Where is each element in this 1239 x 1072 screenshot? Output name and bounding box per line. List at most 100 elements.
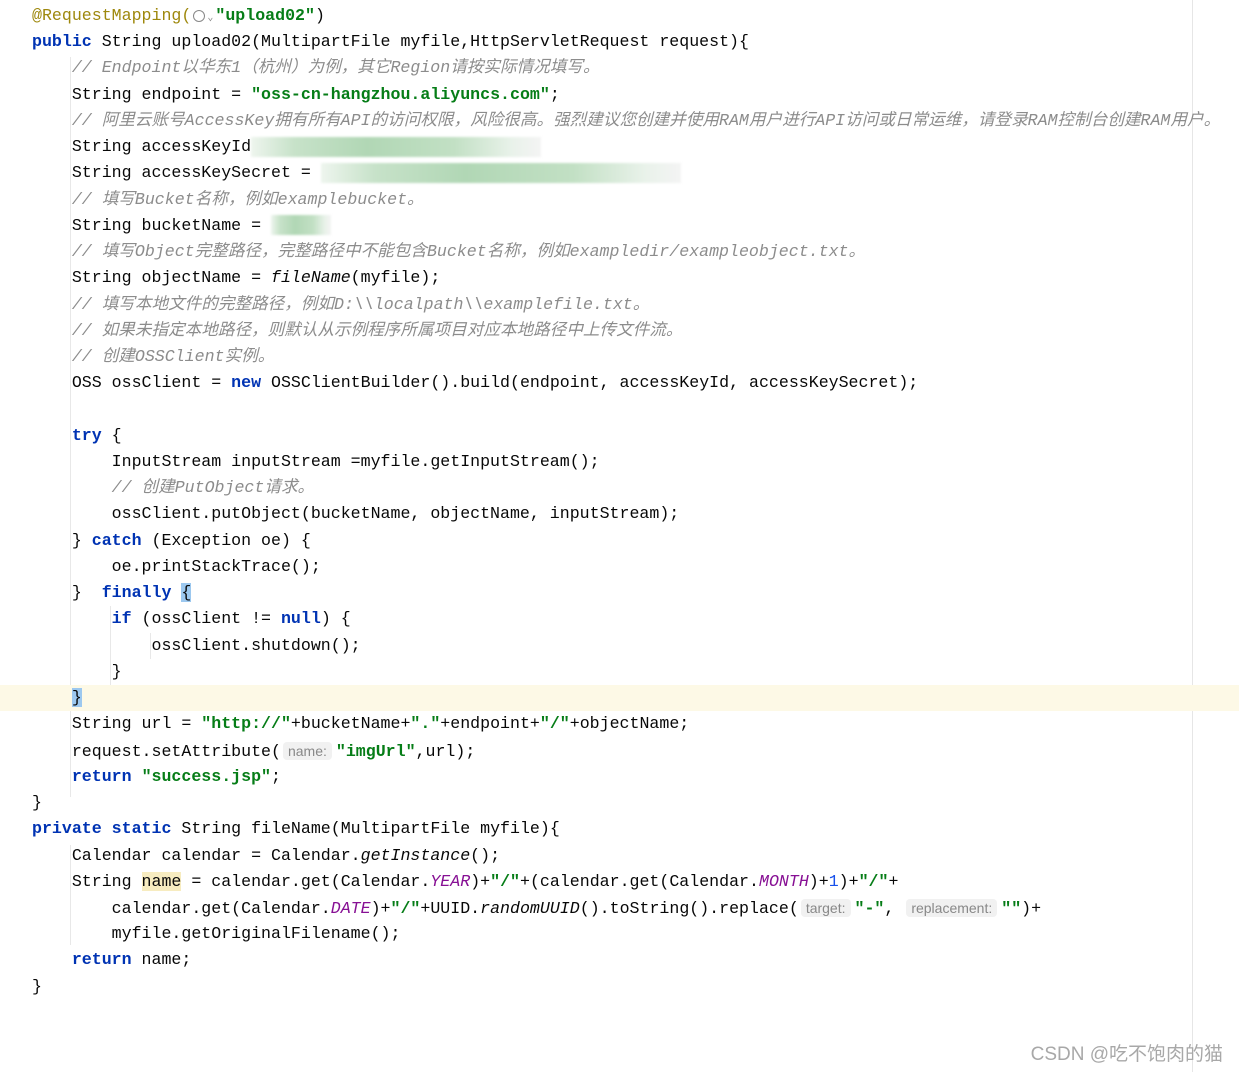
keyword: catch	[91, 530, 142, 550]
code-token: String bucketName =	[32, 215, 271, 235]
code-token: @RequestMapping(	[32, 6, 192, 25]
code-line[interactable]: String accessKeyId	[0, 134, 1239, 160]
code-token: (Exception oe) {	[141, 530, 311, 550]
code-token: ossClient.putObject(bucketName, objectNa…	[32, 504, 680, 524]
code-line[interactable]: ossClient.shutdown();	[0, 633, 1239, 659]
keyword: null	[280, 609, 321, 629]
code-token: String upload02(MultipartFile myfile,Htt…	[91, 32, 749, 52]
string-literal: "."	[410, 714, 441, 734]
code-token: String	[32, 871, 142, 891]
code-token: OSS ossClient =	[32, 373, 232, 393]
code-token: InputStream inputStream =myfile.getInput…	[32, 451, 600, 471]
code-line[interactable]: // 填写Bucket名称，例如examplebucket。	[0, 187, 1239, 213]
code-token: )+	[838, 871, 859, 891]
code-line[interactable]: String name = calendar.get(Calendar.YEAR…	[0, 869, 1239, 895]
redacted-value	[251, 136, 542, 157]
code-line[interactable]: return name;	[0, 947, 1239, 973]
code-token: 1	[828, 871, 839, 891]
code-line[interactable]: }	[0, 685, 1239, 712]
string-literal: "success.jsp"	[141, 766, 272, 786]
keyword: public	[32, 32, 92, 52]
code-line[interactable]: public String upload02(MultipartFile myf…	[0, 29, 1239, 55]
comment: // 填写本地文件的完整路径，例如D:\\localpath\\examplef…	[32, 294, 650, 314]
code-line[interactable]: // 阿里云账号AccessKey拥有所有API的访问权限，风险很高。强烈建议您…	[0, 108, 1239, 134]
code-token: oe.printStackTrace();	[32, 556, 321, 576]
code-token: name;	[131, 950, 192, 970]
code-line[interactable]: Calendar calendar = Calendar.getInstance…	[0, 843, 1239, 869]
code-line[interactable]	[0, 397, 1239, 423]
code-token: )	[314, 6, 325, 25]
keyword: return	[71, 766, 132, 786]
comment: // Endpoint以华东1（杭州）为例，其它Region请按实际情况填写。	[32, 58, 600, 78]
code-line[interactable]: calendar.get(Calendar.DATE)+"/"+UUID.ran…	[0, 895, 1239, 921]
string-literal: "imgUrl"	[335, 741, 416, 761]
code-token: {	[101, 425, 122, 445]
code-line[interactable]: } finally {	[0, 580, 1239, 606]
code-line[interactable]: OSS ossClient = new OSSClientBuilder().b…	[0, 370, 1239, 396]
code-editor[interactable]: @RequestMapping(⌄ "upload02") public Strin…	[0, 3, 1239, 1000]
code-line[interactable]: ossClient.putObject(bucketName, objectNa…	[0, 501, 1239, 527]
code-token: String fileName(MultipartFile myfile){	[171, 819, 560, 839]
string-literal: "-"	[854, 898, 885, 918]
code-token: name	[141, 871, 182, 891]
code-token: String accessKeySecret =	[32, 163, 321, 183]
code-line[interactable]: String endpoint = "oss-cn-hangzhou.aliyu…	[0, 82, 1239, 108]
code-line[interactable]: oe.printStackTrace();	[0, 554, 1239, 580]
code-line[interactable]: request.setAttribute(name: "imgUrl",url);	[0, 738, 1239, 764]
code-token: request.setAttribute(	[32, 741, 281, 761]
code-token: ,url);	[415, 741, 476, 761]
code-token: myfile.getOriginalFilename();	[32, 924, 401, 944]
code-token: }	[71, 688, 82, 708]
comment: // 填写Bucket名称，例如examplebucket。	[32, 189, 424, 209]
keyword: if	[111, 609, 132, 629]
code-line[interactable]: try {	[0, 423, 1239, 449]
code-line[interactable]: @RequestMapping(⌄ "upload02")	[0, 3, 1239, 29]
keyword: try	[71, 425, 102, 445]
chevron-down-icon[interactable]: ⌄	[207, 13, 213, 24]
code-line[interactable]: } catch (Exception oe) {	[0, 528, 1239, 554]
code-line[interactable]: if (ossClient != null) {	[0, 606, 1239, 632]
globe-icon[interactable]	[193, 9, 206, 22]
string-literal: ""	[1001, 898, 1022, 918]
code-line[interactable]: InputStream inputStream =myfile.getInput…	[0, 449, 1239, 475]
code-line[interactable]: }	[0, 659, 1239, 685]
code-line[interactable]: }	[0, 790, 1239, 816]
code-line[interactable]: // 填写本地文件的完整路径，例如D:\\localpath\\examplef…	[0, 292, 1239, 318]
code-line[interactable]: String url = "http://"+bucketName+"."+en…	[0, 711, 1239, 737]
code-line[interactable]: String objectName = fileName(myfile);	[0, 265, 1239, 291]
parameter-hint: target:	[800, 898, 851, 917]
code-line[interactable]: String bucketName =	[0, 213, 1239, 239]
code-line[interactable]: myfile.getOriginalFilename();	[0, 921, 1239, 947]
code-line[interactable]: private static String fileName(Multipart…	[0, 816, 1239, 842]
code-line[interactable]: // 填写Object完整路径，完整路径中不能包含Bucket名称，例如exam…	[0, 239, 1239, 265]
comment: // 创建PutObject请求。	[32, 478, 315, 498]
code-token: OSSClientBuilder().build(endpoint, acces…	[261, 373, 919, 393]
code-token: +UUID.	[420, 898, 481, 918]
code-line[interactable]: }	[0, 974, 1239, 1000]
code-token: fileName	[271, 268, 351, 288]
code-token: String objectName =	[32, 268, 271, 288]
code-token: }	[32, 530, 92, 550]
code-line[interactable]: // 创建PutObject请求。	[0, 475, 1239, 501]
keyword: private static	[32, 819, 172, 839]
code-line[interactable]: // 如果未指定本地路径，则默认从示例程序所属项目对应本地路径中上传文件流。	[0, 318, 1239, 344]
code-token: }	[32, 793, 42, 813]
redacted-value	[271, 215, 331, 236]
keyword: return	[71, 950, 132, 970]
watermark: CSDN @吃不饱肉的猫	[1030, 1044, 1223, 1065]
code-token: +	[888, 871, 899, 891]
keyword: finally	[101, 583, 172, 603]
string-literal: "/"	[390, 898, 421, 918]
code-token: MONTH	[758, 871, 809, 891]
code-line[interactable]: String accessKeySecret =	[0, 160, 1239, 186]
code-line[interactable]: // Endpoint以华东1（杭州）为例，其它Region请按实际情况填写。	[0, 55, 1239, 81]
code-token: }	[32, 583, 102, 603]
parameter-hint: name:	[282, 741, 332, 760]
keyword: new	[231, 373, 262, 393]
code-line[interactable]: return "success.jsp";	[0, 764, 1239, 790]
code-line[interactable]: // 创建OSSClient实例。	[0, 344, 1239, 370]
